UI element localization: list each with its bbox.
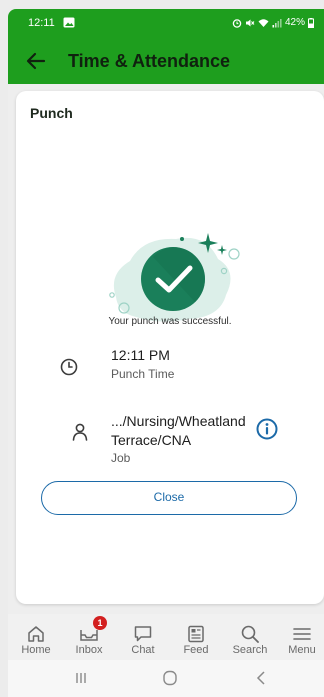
alarm-icon [232,18,242,28]
wifi-icon [258,18,269,27]
job-label: Job [111,451,131,465]
feed-icon [188,625,204,643]
job-value-line1: .../Nursing/Wheatland [111,413,246,429]
punch-time-value: 12:11 PM [111,347,170,363]
battery-icon [308,17,314,28]
nav-label-search: Search [232,644,268,656]
nav-label-home: Home [21,644,51,656]
nav-item-menu[interactable]: Menu [276,614,324,660]
recent-apps-icon[interactable] [72,670,90,686]
signal-icon [272,18,282,27]
success-message: Your punch was successful. [108,316,232,327]
nav-item-chat[interactable]: Chat [117,614,169,660]
status-indicators: 42% [232,17,314,28]
inbox-badge: 1 [93,616,107,630]
card-title: Punch [30,105,73,121]
job-row: .../Nursing/Wheatland Terrace/CNA Job [16,413,324,469]
chat-icon [134,626,152,642]
punch-time-label: Punch Time [111,367,175,381]
status-bar: 12:11 42% [8,9,324,39]
close-button[interactable]: Close [41,481,297,515]
nav-item-feed[interactable]: Feed [170,614,222,660]
bottom-nav: Home 1 Inbox Chat Feed Search Menu [8,614,324,660]
nav-label-feed: Feed [183,644,209,656]
menu-icon [293,628,311,640]
punch-time-row: 12:11 PM Punch Time [16,347,324,387]
nav-item-inbox[interactable]: 1 Inbox [63,614,115,660]
battery-percent: 42% [284,17,305,28]
nav-label-chat: Chat [131,644,155,656]
clock-icon [60,358,78,376]
info-icon[interactable] [256,418,278,440]
nav-item-search[interactable]: Search [224,614,276,660]
image-icon [63,17,75,28]
nav-label-inbox: Inbox [75,644,103,656]
status-time: 12:11 [28,17,55,29]
home-icon [28,626,44,642]
nav-item-home[interactable]: Home [10,614,62,660]
nav-label-menu: Menu [288,644,316,656]
person-icon [72,423,88,441]
system-nav-bar [8,660,324,697]
back-chevron-icon[interactable] [253,670,271,686]
page-title: Time & Attendance [68,51,231,71]
app-bar: Time & Attendance [8,39,324,84]
punch-card: Punch Your punch was successful. 12:11 P… [16,91,324,604]
search-icon [241,625,259,643]
mute-icon [245,19,255,26]
job-value-line2: Terrace/CNA [111,432,192,448]
arrow-left-icon[interactable] [26,52,46,70]
home-circle-icon[interactable] [161,670,179,686]
